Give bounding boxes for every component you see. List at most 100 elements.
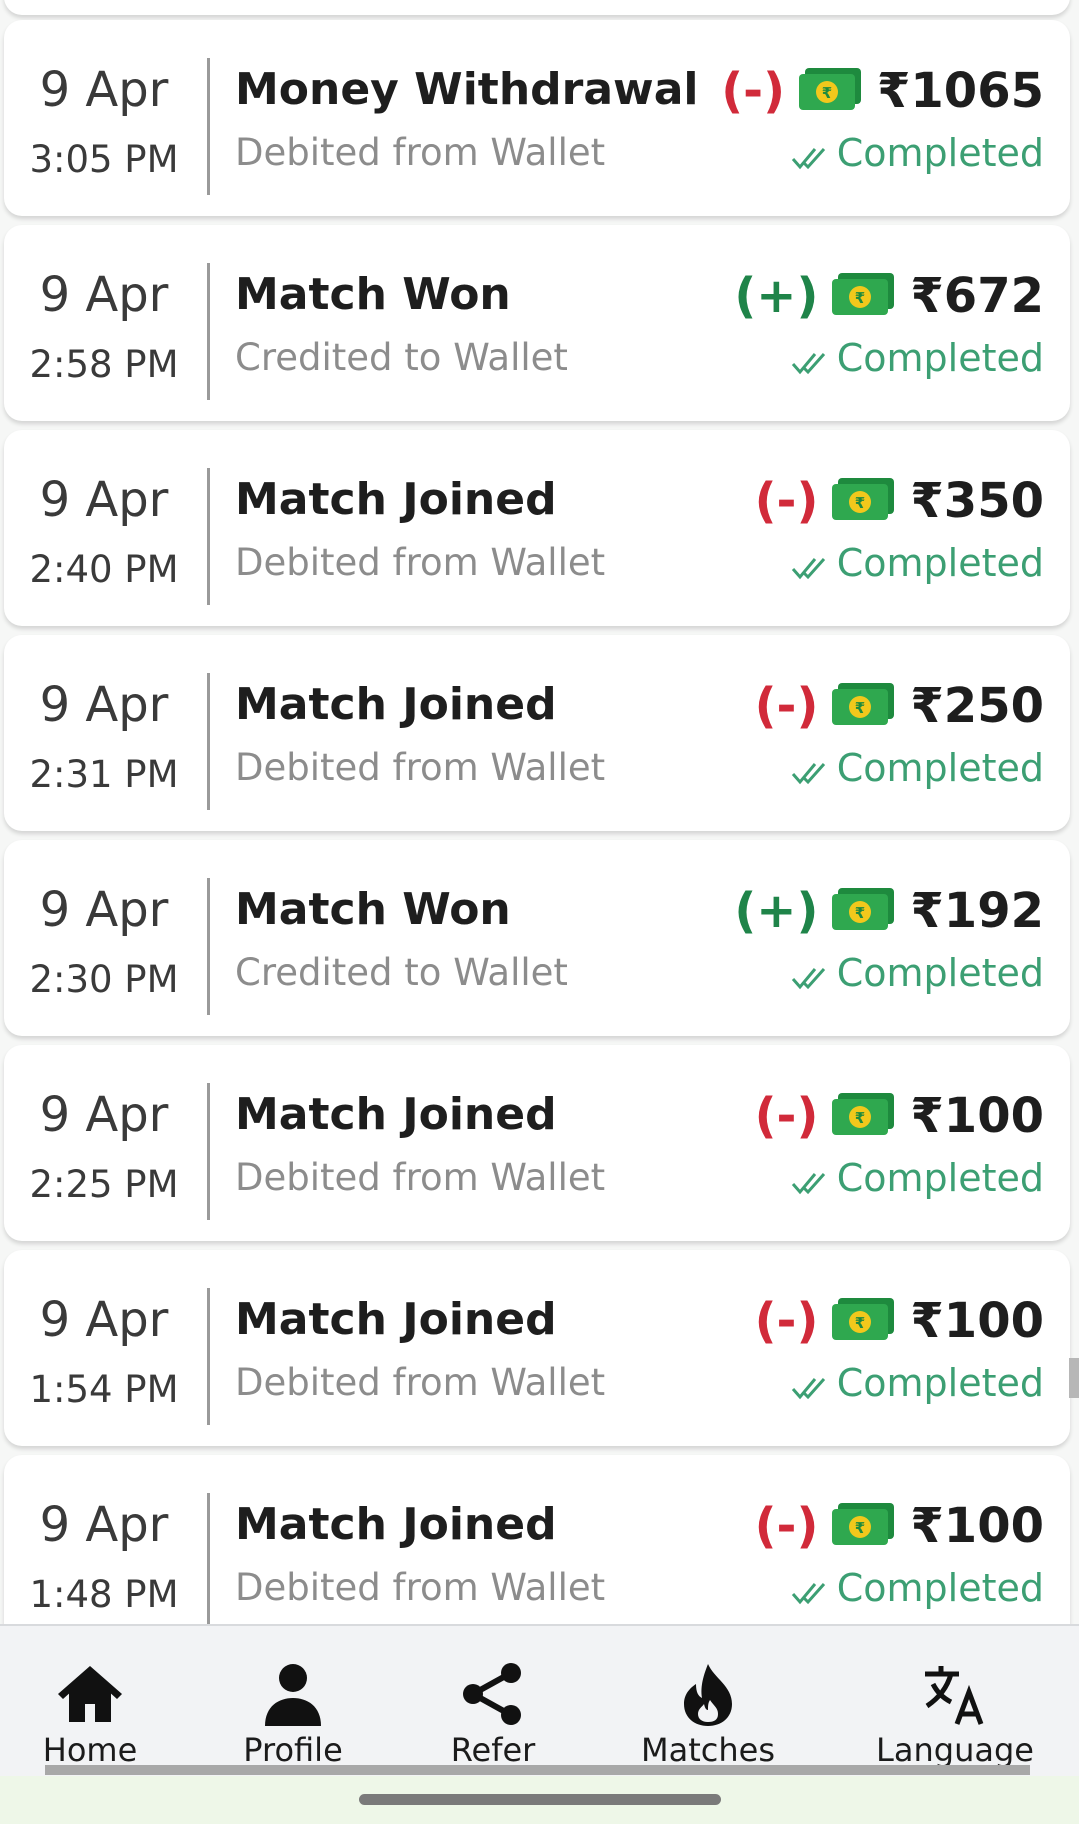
status-row: Completed: [791, 954, 1044, 992]
transaction-card[interactable]: 9 Apr 2:31 PM Match Joined Debited from …: [4, 635, 1070, 831]
double-check-icon: [791, 353, 825, 375]
transaction-status: Completed: [836, 541, 1044, 585]
cash-icon: ₹: [832, 888, 895, 930]
transaction-date: 9 Apr: [39, 472, 169, 528]
transaction-subtitle: Debited from Wallet: [235, 131, 606, 174]
scrollbar-thumb[interactable]: [1069, 1358, 1079, 1398]
transaction-card[interactable]: 9 Apr 3:05 PM Money Withdrawal Debited f…: [4, 20, 1070, 216]
transaction-card[interactable]: 9 Apr 1:48 PM Match Joined Debited from …: [4, 1455, 1070, 1624]
transaction-amount: ₹250: [910, 678, 1044, 734]
transaction-date: 9 Apr: [39, 1497, 169, 1553]
svg-text:₹: ₹: [855, 1314, 865, 1332]
transaction-status: Completed: [836, 131, 1044, 175]
transaction-amount: ₹100: [910, 1088, 1044, 1144]
cash-icon: ₹: [799, 68, 861, 110]
svg-text:₹: ₹: [822, 84, 832, 102]
nav-item-language[interactable]: Language: [875, 1626, 1035, 1776]
card-divider: [207, 468, 210, 605]
transaction-time: 2:58 PM: [29, 343, 179, 386]
card-divider: [207, 1493, 210, 1624]
bottom-navigation: Home Profile Refer Matches Language: [0, 1624, 1079, 1776]
transaction-date: 9 Apr: [39, 62, 169, 118]
transaction-time: 1:48 PM: [29, 1573, 179, 1616]
cash-icon: ₹: [832, 478, 895, 520]
transaction-title: Match Joined: [235, 1089, 557, 1140]
transaction-list[interactable]: 9 Apr 3:05 PM Money Withdrawal Debited f…: [0, 0, 1079, 1624]
gesture-handle[interactable]: [359, 1794, 721, 1805]
transaction-card[interactable]: 9 Apr 2:58 PM Match Won Credited to Wall…: [4, 225, 1070, 421]
transaction-subtitle: Debited from Wallet: [235, 1361, 606, 1404]
translate-icon: [925, 1666, 984, 1725]
transaction-amount: ₹1065: [877, 63, 1044, 119]
amount-row: (-) ₹ ₹350: [755, 474, 1044, 528]
double-check-icon: [791, 763, 825, 785]
card-divider: [207, 263, 210, 400]
amount-row: (-) ₹ ₹100: [755, 1294, 1044, 1348]
transaction-time: 2:31 PM: [29, 753, 179, 796]
amount-row: (-) ₹ ₹100: [755, 1499, 1044, 1553]
transaction-card[interactable]: 9 Apr 2:30 PM Match Won Credited to Wall…: [4, 840, 1070, 1036]
transaction-time: 1:54 PM: [29, 1368, 179, 1411]
transaction-title: Match Joined: [235, 1499, 557, 1550]
status-row: Completed: [791, 134, 1044, 172]
amount-row: (+) ₹ ₹672: [734, 269, 1044, 323]
transaction-time: 2:30 PM: [29, 958, 179, 1001]
transaction-time: 2:25 PM: [29, 1163, 179, 1206]
nav-item-profile[interactable]: Profile: [213, 1626, 373, 1776]
transaction-time: 3:05 PM: [29, 138, 179, 181]
transaction-card[interactable]: 9 Apr 1:54 PM Match Joined Debited from …: [4, 1250, 1070, 1446]
svg-text:₹: ₹: [855, 289, 865, 307]
card-divider: [207, 673, 210, 810]
transaction-sign: (+): [734, 883, 819, 939]
transaction-status: Completed: [836, 336, 1044, 380]
transaction-title: Money Withdrawal: [235, 64, 699, 115]
nav-item-home[interactable]: Home: [10, 1626, 170, 1776]
person-icon: [265, 1664, 321, 1726]
transaction-date: 9 Apr: [39, 882, 169, 938]
transaction-subtitle: Debited from Wallet: [235, 1156, 606, 1199]
transaction-title: Match Won: [235, 269, 511, 320]
transaction-subtitle: Debited from Wallet: [235, 541, 606, 584]
share-icon: [463, 1663, 521, 1725]
transaction-card[interactable]: 9 Apr 2:25 PM Match Joined Debited from …: [4, 1045, 1070, 1241]
double-check-icon: [791, 1173, 825, 1195]
status-row: Completed: [791, 1364, 1044, 1402]
double-check-icon: [791, 968, 825, 990]
svg-text:₹: ₹: [855, 494, 865, 512]
status-row: Completed: [791, 1569, 1044, 1607]
svg-text:₹: ₹: [855, 1519, 865, 1537]
home-icon: [58, 1666, 122, 1722]
transaction-sign: (-): [754, 678, 819, 734]
transaction-subtitle: Debited from Wallet: [235, 746, 606, 789]
transaction-status: Completed: [836, 951, 1044, 995]
transaction-sign: (-): [754, 473, 819, 529]
transaction-title: Match Joined: [235, 679, 557, 730]
cash-icon: ₹: [832, 683, 895, 725]
transaction-date: 9 Apr: [39, 677, 169, 733]
transaction-status: Completed: [836, 1156, 1044, 1200]
amount-row: (-) ₹ ₹250: [755, 679, 1044, 733]
transaction-card[interactable]: 9 Apr 2:40 PM Match Joined Debited from …: [4, 430, 1070, 626]
transaction-amount: ₹100: [910, 1293, 1044, 1349]
transaction-subtitle: Credited to Wallet: [235, 951, 568, 994]
nav-item-refer[interactable]: Refer: [413, 1626, 573, 1776]
amount-row: (-) ₹ ₹1065: [721, 64, 1044, 118]
transaction-sign: (-): [754, 1088, 819, 1144]
double-check-icon: [791, 1378, 825, 1400]
transaction-sign: (-): [754, 1293, 819, 1349]
cash-icon: ₹: [832, 1503, 895, 1545]
nav-label-refer: Refer: [450, 1731, 536, 1769]
double-check-icon: [791, 558, 825, 580]
transaction-date: 9 Apr: [39, 1087, 169, 1143]
transaction-title: Match Joined: [235, 1294, 557, 1345]
nav-item-matches[interactable]: Matches: [628, 1626, 788, 1776]
transaction-amount: ₹192: [910, 883, 1044, 939]
status-row: Completed: [791, 1159, 1044, 1197]
svg-text:₹: ₹: [855, 1109, 865, 1127]
card-divider: [207, 878, 210, 1015]
transaction-status: Completed: [836, 746, 1044, 790]
transaction-title: Match Won: [235, 884, 511, 935]
fire-icon: [684, 1664, 732, 1726]
transaction-subtitle: Credited to Wallet: [235, 336, 568, 379]
nav-underline: [45, 1765, 1030, 1775]
